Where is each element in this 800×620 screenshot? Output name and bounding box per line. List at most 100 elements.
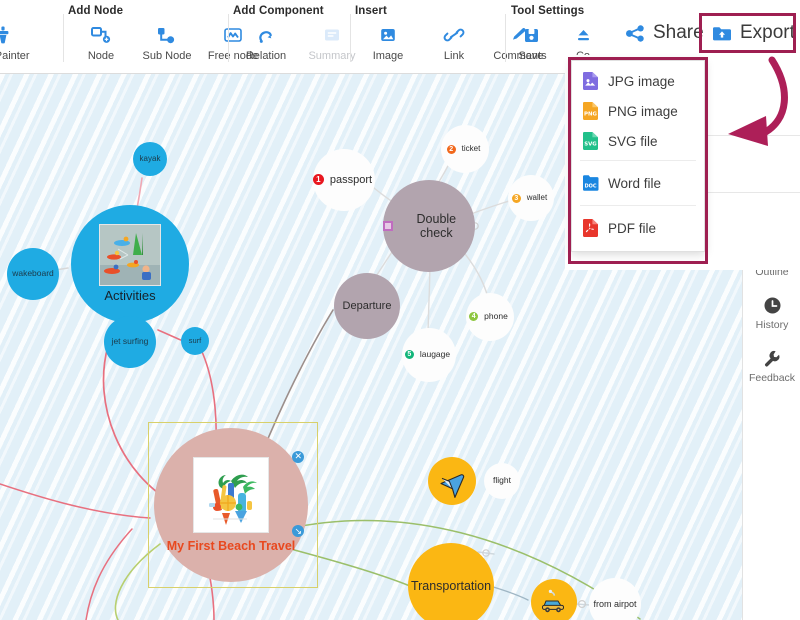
- word-file-icon: DOC: [582, 173, 599, 193]
- share-icon: [625, 24, 646, 43]
- feedback-wrench-icon: [763, 347, 782, 369]
- node-label: surf: [188, 335, 202, 345]
- toolbar-item-label: Summary: [308, 50, 356, 62]
- node-label: Transportation: [410, 578, 492, 593]
- export-menu-item-jpg[interactable]: JPG image: [572, 66, 704, 96]
- node-from-airport-icon-node[interactable]: [531, 579, 577, 620]
- export-button[interactable]: Export: [711, 22, 795, 44]
- share-button[interactable]: Share: [625, 22, 704, 44]
- link-icon: [443, 22, 465, 48]
- export-label: Export: [740, 22, 795, 43]
- mindmap-app-window: nat Painter Add Node No: [0, 0, 800, 620]
- node-flight-label[interactable]: flight: [484, 463, 520, 499]
- export-menu-item-label: PNG image: [608, 103, 678, 119]
- image-icon: [378, 22, 398, 48]
- node-transportation[interactable]: Transportation: [408, 543, 494, 620]
- toolbar-group-title: Add Node: [68, 5, 124, 17]
- node-label: ticket: [461, 144, 481, 154]
- double-check-marker-icon: [383, 221, 393, 231]
- export-menu-item-png[interactable]: PNG PNG image: [572, 96, 704, 126]
- sidebar-item-history[interactable]: History: [743, 285, 800, 338]
- node-wallet[interactable]: 3 wallet: [508, 175, 554, 221]
- node-label: Activities: [104, 288, 156, 304]
- node-label: My First Beach Travel: [166, 538, 296, 553]
- airplane-icon: [437, 466, 467, 498]
- export-menu-item-pdf[interactable]: PDF file: [572, 210, 704, 246]
- node-wakeboard[interactable]: wakeboard: [7, 248, 59, 300]
- toolbar-separator: [350, 14, 351, 62]
- node-jet-surfing[interactable]: jet surfing: [104, 316, 156, 368]
- png-file-icon: PNG: [582, 101, 599, 121]
- watersports-photo: [100, 225, 160, 286]
- badge-2: 2: [446, 144, 456, 154]
- svg-text:SVG: SVG: [584, 141, 597, 147]
- toolbar-item-format-painter[interactable]: nat Painter: [0, 22, 36, 62]
- sidebar-item-label: Feedback: [748, 372, 796, 384]
- root-image: [193, 456, 269, 533]
- node-label: kayak: [139, 154, 161, 164]
- sub-node-icon: [156, 22, 178, 48]
- node-label: jet surfing: [111, 336, 149, 347]
- beach-travel-illustration: [195, 458, 267, 531]
- badge-4: 4: [469, 312, 479, 322]
- car-icon: [539, 589, 569, 615]
- export-menu[interactable]: JPG image PNG PNG image SVG SVG file DOC…: [571, 60, 705, 252]
- node-activities[interactable]: Activities: [71, 205, 189, 323]
- toolbar-item-relation[interactable]: Relation: [233, 22, 299, 62]
- pdf-file-icon: [582, 218, 599, 238]
- export-menu-item-label: SVG file: [608, 133, 658, 149]
- toolbar-item-save[interactable]: Save: [505, 22, 557, 62]
- share-label: Share: [653, 22, 704, 43]
- toolbar-item-sub-node[interactable]: Sub Node: [134, 22, 200, 62]
- node-laugage[interactable]: 5 laugage: [402, 328, 456, 382]
- export-menu-item-svg[interactable]: SVG SVG file: [572, 126, 704, 156]
- toolbar-item-image[interactable]: Image: [355, 22, 421, 62]
- node-label: wallet: [526, 193, 548, 203]
- format-painter-icon: [0, 22, 13, 48]
- export-menu-separator: [580, 160, 696, 161]
- svg-text:DOC: DOC: [584, 183, 596, 189]
- node-kayak[interactable]: kayak: [133, 142, 167, 176]
- node-surf[interactable]: surf: [181, 327, 209, 355]
- toolbar-item-label: Sub Node: [142, 50, 192, 62]
- export-folder-icon: [711, 24, 733, 43]
- node-label: Double check: [416, 211, 457, 240]
- export-menu-item-word[interactable]: DOC Word file: [572, 165, 704, 201]
- toolbar-separator: [63, 14, 64, 62]
- toolbar-group-title: Tool Settings: [511, 5, 585, 17]
- node-passport[interactable]: 1 passport: [312, 149, 375, 211]
- toolbar-item-label: Image: [372, 50, 404, 62]
- node-label: wakeboard: [12, 268, 54, 279]
- node-ticket[interactable]: 2 ticket: [441, 125, 489, 173]
- summary-icon: [321, 22, 343, 48]
- save-icon: [522, 22, 541, 48]
- node-label: phone: [484, 311, 508, 322]
- node-flight[interactable]: [428, 457, 476, 505]
- export-menu-item-label: Word file: [608, 175, 662, 191]
- jpg-file-icon: [582, 71, 599, 91]
- toolbar-item-link[interactable]: Link: [421, 22, 487, 62]
- node-phone[interactable]: 4 phone: [466, 293, 514, 341]
- export-menu-item-label: JPG image: [608, 73, 675, 89]
- export-menu-item-label: PDF file: [608, 220, 657, 236]
- relation-icon: [255, 22, 277, 48]
- svg-text:PNG: PNG: [584, 111, 597, 117]
- toolbar-item-label: Node: [87, 50, 115, 62]
- node-departure[interactable]: Departure: [334, 273, 400, 339]
- history-clock-icon: [763, 294, 782, 316]
- collaborate-icon: [574, 22, 593, 48]
- close-icon[interactable]: ✕: [292, 450, 305, 463]
- node-label: Departure: [342, 299, 392, 312]
- toolbar-item-label: Relation: [245, 50, 287, 62]
- node-label: passport: [329, 173, 373, 186]
- node-root-my-first-beach-travel[interactable]: My First Beach Travel ✕ ↘: [154, 428, 308, 582]
- toolbar-group-title: Insert: [355, 5, 387, 17]
- toolbar-group-title: Add Component: [233, 5, 324, 17]
- node-label: flight: [493, 475, 511, 486]
- node-double-check[interactable]: Double check: [383, 180, 475, 272]
- node-label: laugage: [419, 349, 451, 360]
- toolbar-item-node[interactable]: Node: [68, 22, 134, 62]
- activities-image: [99, 224, 161, 287]
- toolbar-item-label: Link: [443, 50, 465, 62]
- sidebar-item-feedback[interactable]: Feedback: [743, 338, 800, 391]
